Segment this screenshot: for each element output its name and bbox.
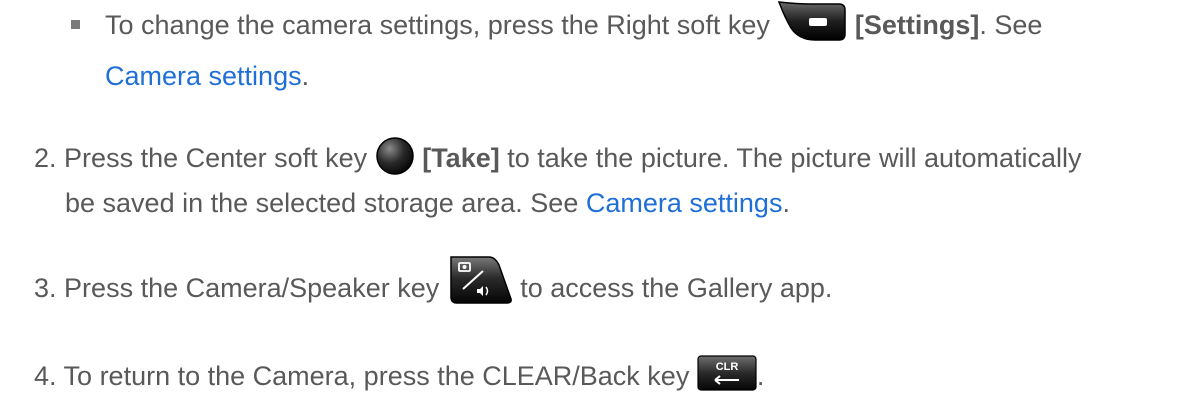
step-3-text-after: to access the Gallery app.: [520, 273, 833, 303]
step-2-end-period: .: [782, 188, 790, 218]
bullet-line-1: To change the camera settings, press the…: [105, 0, 1043, 44]
bullet-text-before: To change the camera settings, press the…: [105, 10, 778, 40]
camera-settings-link-2[interactable]: Camera settings: [586, 188, 783, 218]
right-soft-key-icon: [777, 0, 847, 44]
step-2-line-2-text: be saved in the selected storage area. S…: [65, 188, 586, 218]
camera-speaker-key-icon: [447, 253, 513, 305]
center-soft-key-icon: [375, 136, 415, 176]
step-2-line-1: 2. Press the Center soft key [Take] to t…: [34, 137, 1082, 176]
bullet-marker: [71, 20, 80, 29]
bullet-end-period: .: [301, 61, 310, 91]
step-2-text-before: Press the Center soft key: [64, 143, 375, 173]
step-2-number: 2.: [34, 143, 57, 173]
clear-key-text: CLR: [716, 361, 739, 373]
camera-settings-link[interactable]: Camera settings: [105, 61, 302, 91]
step-4-text-after: .: [756, 361, 765, 391]
bullet-text-after: . See: [979, 10, 1043, 40]
clear-back-key-icon: CLR: [697, 355, 757, 391]
step-2-line-2: be saved in the selected storage area. S…: [65, 186, 790, 220]
take-key-label: [Take]: [422, 143, 500, 173]
step-3-line: 3. Press the Camera/Speaker key to acces…: [34, 256, 833, 305]
step-2-text-after: to take the picture. The picture will au…: [499, 143, 1082, 173]
step-3-number: 3.: [34, 273, 57, 303]
settings-key-label: [Settings]: [854, 10, 980, 40]
step-4-number: 4.: [34, 361, 57, 391]
step-4-line: 4. To return to the Camera, press the CL…: [34, 355, 765, 393]
step-4-text-before: To return to the Camera, press the CLEAR…: [63, 361, 697, 391]
bullet-line-2: Camera settings.: [105, 59, 309, 93]
step-3-text-before: Press the Camera/Speaker key: [64, 273, 447, 303]
